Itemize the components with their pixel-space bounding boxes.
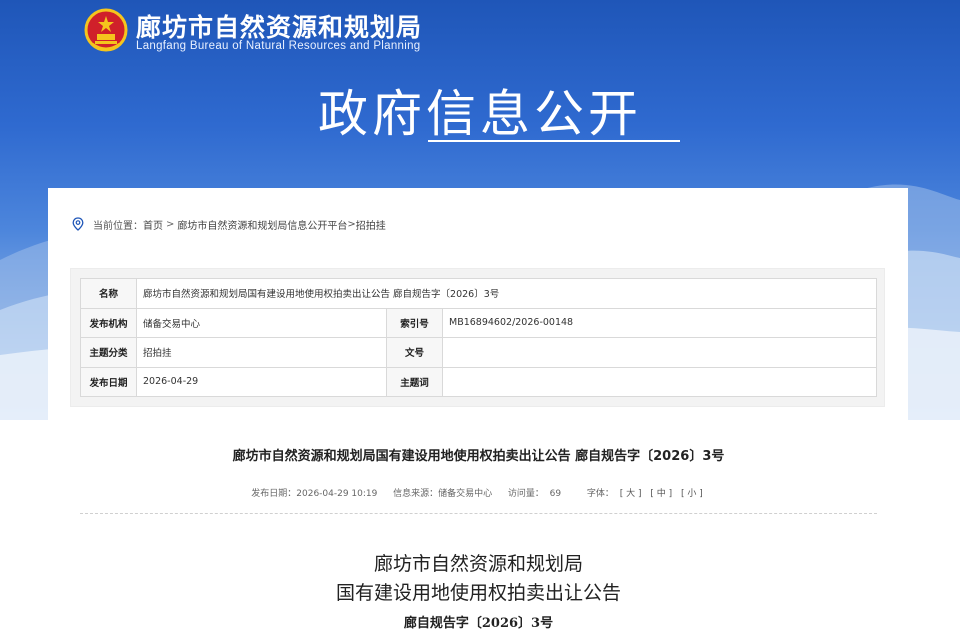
field-label-category: 主题分类 [80, 337, 137, 368]
site-title[interactable]: 廊坊市自然资源和规划局 [136, 8, 422, 44]
field-label-keywords: 主题词 [386, 366, 443, 397]
field-value-date: 2026-04-29 [136, 366, 387, 397]
field-label-name: 名称 [80, 278, 137, 309]
field-value-publisher: 储备交易中心 [136, 307, 387, 338]
views-value: 69 [549, 489, 562, 499]
article-info-bar: 发布日期：2026-04-29 10:19 信息来源：储备交易中心 访问量： 6… [80, 486, 877, 499]
metadata-table: 名称 廊坊市自然资源和规划局国有建设用地使用权拍卖出让公告 廊自规告字〔2026… [80, 278, 877, 397]
font-small-button[interactable]: [ 小 ] [681, 489, 703, 499]
source-label: 信息来源： [393, 489, 439, 499]
field-label-publisher: 发布机构 [80, 307, 137, 338]
font-size-label: 字体： [586, 489, 614, 499]
publish-date-label: 发布日期： [251, 489, 297, 499]
field-value-index: MB16894602/2026-00148 [442, 307, 877, 338]
divider [80, 513, 877, 514]
table-row: 主题分类 招拍挂 文号 [80, 337, 877, 368]
breadcrumb: 当前位置： 首页 > 廊坊市自然资源和规划局信息公开平台 > 招拍挂 [72, 216, 386, 232]
breadcrumb-separator: > [347, 218, 356, 230]
field-label-date: 发布日期 [80, 366, 137, 397]
table-row: 名称 廊坊市自然资源和规划局国有建设用地使用权拍卖出让公告 廊自规告字〔2026… [80, 278, 877, 309]
publish-date-value: 2026-04-29 10:19 [296, 489, 378, 499]
field-label-doc-number: 文号 [386, 337, 443, 368]
document-number: 廊自规告字〔2026〕3号 [403, 616, 554, 631]
font-medium-button[interactable]: [ 中 ] [650, 489, 672, 499]
field-value-category: 招拍挂 [136, 337, 387, 368]
location-pin-icon [72, 217, 84, 231]
document-heading-line1: 廊坊市自然资源和规划局 [373, 553, 583, 575]
banner-underline [428, 140, 680, 142]
table-row: 发布机构 储备交易中心 索引号 MB16894602/2026-00148 [80, 307, 877, 338]
breadcrumb-platform-link[interactable]: 廊坊市自然资源和规划局信息公开平台 [177, 217, 347, 232]
breadcrumb-label: 当前位置： [93, 220, 143, 232]
field-value-doc-number [442, 337, 877, 368]
breadcrumb-home-link[interactable]: 首页 [143, 217, 163, 232]
national-emblem-icon [84, 8, 128, 52]
field-label-index: 索引号 [386, 307, 443, 338]
banner-title: 政府信息公开 [318, 85, 642, 143]
field-value-keywords [442, 366, 877, 397]
field-value-name: 廊坊市自然资源和规划局国有建设用地使用权拍卖出让公告 廊自规告字〔2026〕3号 [136, 278, 877, 309]
document-heading-line2: 国有建设用地使用权拍卖出让公告 [335, 582, 621, 604]
breadcrumb-separator: > [166, 218, 175, 230]
source-value: 储备交易中心 [438, 489, 493, 499]
views-label: 访问量： [507, 489, 544, 499]
article-title: 廊坊市自然资源和规划局国有建设用地使用权拍卖出让公告 廊自规告字〔2026〕3号 [232, 449, 725, 464]
breadcrumb-current-link[interactable]: 招拍挂 [356, 217, 386, 232]
site-subtitle: Langfang Bureau of Natural Resources and… [136, 40, 421, 52]
table-row: 发布日期 2026-04-29 主题词 [80, 366, 877, 397]
font-large-button[interactable]: [ 大 ] [620, 489, 642, 499]
